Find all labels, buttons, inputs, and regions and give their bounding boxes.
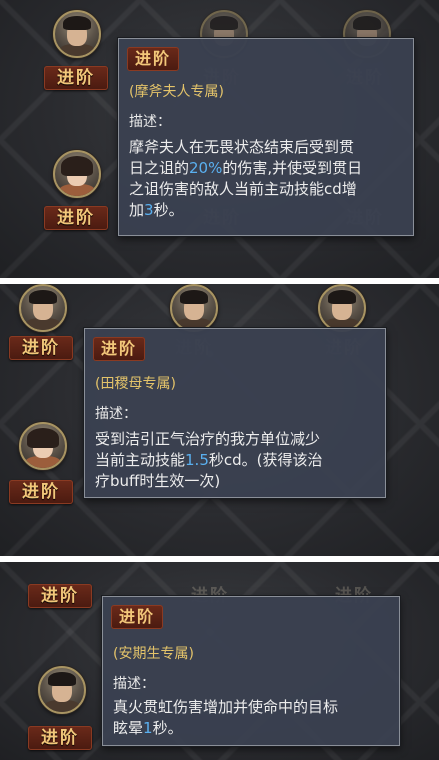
value-highlight: 1 xyxy=(143,719,153,737)
value-highlight: 3 xyxy=(144,201,154,219)
tooltip-description: 摩斧夫人在无畏状态结束后受到贯 日之诅的20%的伤害,并使受到贯日 之诅伤害的敌… xyxy=(129,138,363,219)
tooltip-owner: (安期生专属) xyxy=(113,646,194,662)
skill-panel-1: 进阶 进阶 进阶 进阶 进阶 进阶 进阶 (摩斧夫人专属) 描述： 摩斧夫人在无… xyxy=(0,0,439,278)
tooltip-owner: (摩斧夫人专属) xyxy=(129,84,224,100)
tooltip-title: 进阶 xyxy=(111,605,164,629)
tooltip-description: 受到洁引正气治疗的我方单位减少 当前主动技能1.5秒cd。(获得该治 疗buff… xyxy=(95,430,323,490)
skill-tooltip: 进阶 (安期生专属) 描述： 真火贯虹伤害增加并使命中的目标 眩晕1秒。 xyxy=(102,596,400,746)
advance-badge[interactable]: 进阶 xyxy=(28,726,92,750)
advance-badge[interactable]: 进阶 xyxy=(44,66,108,90)
tooltip-desc-label: 描述： xyxy=(95,406,137,422)
tooltip-owner: (田稷母专属) xyxy=(95,376,176,392)
hero-portrait-male-1[interactable] xyxy=(19,284,67,332)
tooltip-title: 进阶 xyxy=(93,337,146,361)
hero-portrait-male-2[interactable] xyxy=(170,284,218,332)
hero-portrait-male-3[interactable] xyxy=(318,284,366,332)
advance-badge[interactable]: 进阶 xyxy=(9,480,73,504)
advance-badge[interactable]: 进阶 xyxy=(9,336,73,360)
skill-tooltip: 进阶 (摩斧夫人专属) 描述： 摩斧夫人在无畏状态结束后受到贯 日之诅的20%的… xyxy=(118,38,414,236)
advance-badge[interactable]: 进阶 xyxy=(44,206,108,230)
skill-panel-3: 进阶 进阶 进阶 进阶 进阶 (安期生专属) 描述： 真火贯虹伤害增加并使命中的… xyxy=(0,562,439,760)
value-highlight: 20% xyxy=(189,159,223,177)
advance-badge[interactable]: 进阶 xyxy=(28,584,92,608)
hero-portrait-female-1[interactable] xyxy=(19,422,67,470)
hero-portrait-male-1[interactable] xyxy=(53,10,101,58)
tooltip-description: 真火贯虹伤害增加并使命中的目标 眩晕1秒。 xyxy=(113,698,339,737)
tooltip-desc-label: 描述： xyxy=(129,114,171,130)
tooltip-title: 进阶 xyxy=(127,47,180,71)
skill-tooltip: 进阶 (田稷母专属) 描述： 受到洁引正气治疗的我方单位减少 当前主动技能1.5… xyxy=(84,328,386,498)
hero-portrait-male-1[interactable] xyxy=(38,666,86,714)
value-highlight: 1.5 xyxy=(185,451,209,469)
hero-portrait-female-1[interactable] xyxy=(53,150,101,198)
skill-panel-2: 进阶 进阶 进阶 进阶 进阶 (田稷母专属) 描述： 受到洁引正气治疗的我方单位… xyxy=(0,284,439,556)
tooltip-desc-label: 描述： xyxy=(113,676,155,692)
